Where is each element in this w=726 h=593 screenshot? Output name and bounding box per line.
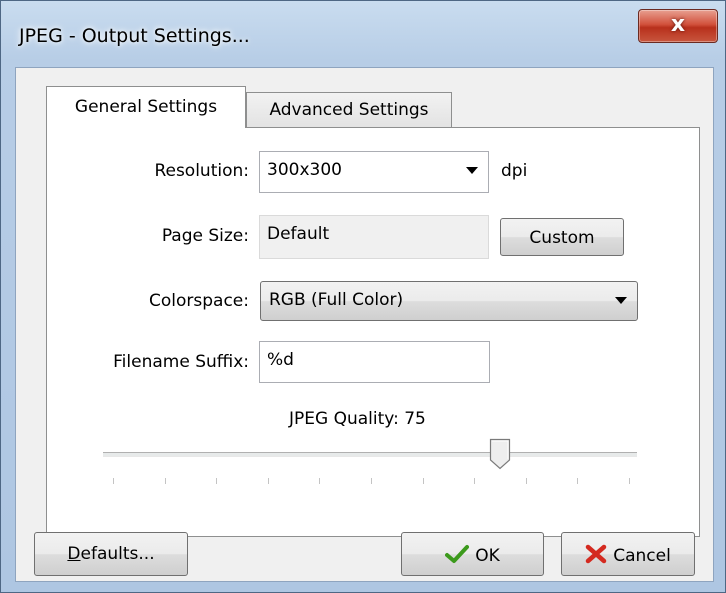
page-size-field: Default (259, 215, 489, 259)
resolution-label: Resolution: (154, 161, 249, 181)
slider-tick (319, 478, 321, 484)
ok-label: OK (475, 546, 500, 566)
tab-label: Advanced Settings (269, 100, 429, 120)
filename-suffix-input[interactable]: %d (259, 341, 490, 383)
resolution-value: 300x300 (267, 160, 342, 180)
cancel-label: Cancel (613, 546, 671, 566)
dialog-window: JPEG - Output Settings... x General Sett… (0, 0, 726, 593)
close-icon: x (670, 12, 686, 37)
slider-tick (371, 478, 372, 484)
slider-tick (474, 478, 476, 484)
slider-tick (577, 478, 579, 484)
slider-tick (113, 478, 114, 484)
jpeg-quality-value: 75 (404, 409, 426, 429)
page-size-label: Page Size: (161, 226, 249, 246)
title-bar[interactable]: JPEG - Output Settings... x (1, 1, 725, 71)
chevron-down-icon (466, 167, 478, 174)
custom-button[interactable]: Custom (500, 218, 624, 256)
colorspace-select[interactable]: RGB (Full Color) (260, 281, 638, 321)
filename-suffix-label: Filename Suffix: (113, 352, 249, 372)
slider-tick (422, 478, 424, 484)
slider-tick (267, 478, 269, 484)
tab-general-settings[interactable]: General Settings (46, 86, 246, 128)
window-title: JPEG - Output Settings... (19, 25, 250, 47)
slider-tick (629, 478, 630, 484)
defaults-button[interactable]: Defaults... (34, 532, 188, 576)
slider-tick (525, 478, 527, 484)
close-button[interactable]: x (638, 9, 718, 43)
cancel-button[interactable]: Cancel (561, 532, 695, 576)
slider-tick (216, 478, 218, 484)
resolution-select[interactable]: 300x300 (259, 151, 489, 193)
colorspace-value: RGB (Full Color) (269, 290, 404, 310)
colorspace-label: Colorspace: (149, 291, 249, 311)
check-icon (445, 545, 470, 563)
page-size-value: Default (267, 224, 330, 244)
jpeg-quality-caption: JPEG Quality: 75 (289, 409, 426, 429)
tab-label: General Settings (74, 97, 218, 117)
x-mark-icon (585, 544, 607, 564)
chevron-down-icon (615, 297, 627, 304)
filename-suffix-value: %d (267, 350, 294, 370)
tab-advanced-settings[interactable]: Advanced Settings (246, 92, 452, 127)
slider-tick (164, 478, 166, 484)
defaults-label: efaults... (80, 544, 155, 564)
ok-button[interactable]: OK (401, 532, 544, 576)
defaults-mnemonic: D (67, 544, 81, 564)
jpeg-quality-slider[interactable] (103, 452, 637, 457)
dialog-client-area: General Settings Advanced Settings (15, 67, 714, 582)
jpeg-quality-label: JPEG Quality: (289, 409, 399, 429)
jpeg-quality-slider-thumb[interactable] (489, 438, 511, 470)
resolution-unit: dpi (501, 161, 528, 181)
